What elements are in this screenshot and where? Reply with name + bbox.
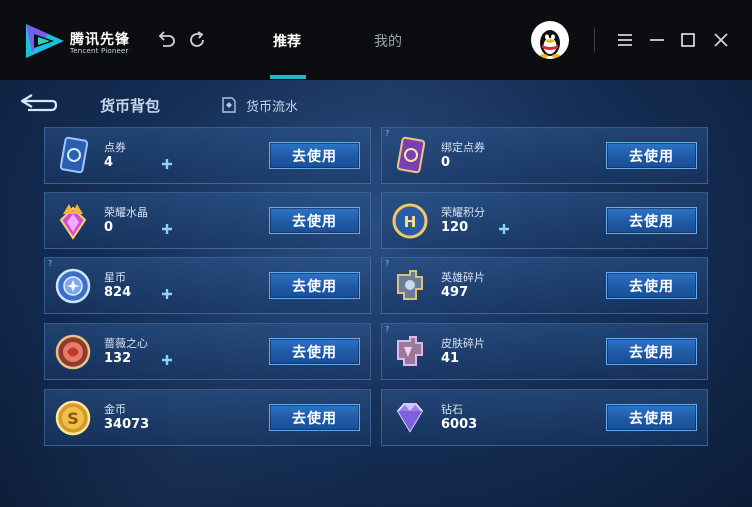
currency-name: 荣耀水晶 [104, 206, 148, 219]
currency-card-glory-points: H 荣耀积分 120 去使用 [381, 192, 708, 249]
currency-name: 蔷薇之心 [104, 337, 148, 350]
currency-value: 120 [441, 220, 469, 235]
currency-name: 星币 [104, 271, 126, 284]
currency-value: 0 [441, 155, 451, 170]
currency-value: 0 [104, 220, 114, 235]
help-icon[interactable]: ? [385, 325, 389, 334]
currency-name: 英雄碎片 [441, 271, 485, 284]
logo-text: 腾讯先锋 [70, 32, 130, 48]
currency-value: 132 [104, 351, 132, 366]
currency-card-voucher: 点券 4 去使用 [44, 127, 371, 184]
bound-voucher-icon [396, 136, 426, 174]
glory-crystal-icon [59, 204, 87, 240]
tab-recommend[interactable]: 推荐 [273, 31, 301, 51]
help-icon[interactable]: ? [385, 259, 389, 268]
page-title: 货币背包 [100, 97, 161, 115]
currency-value: 824 [104, 285, 132, 300]
add-icon[interactable] [496, 221, 512, 237]
logo-icon [26, 24, 64, 58]
currency-name: 皮肤碎片 [441, 337, 485, 350]
voucher-icon [59, 136, 89, 174]
diamond-icon [396, 403, 424, 433]
add-icon[interactable] [159, 156, 175, 172]
currency-value: 34073 [104, 417, 150, 432]
currency-card-diamond: 钻石 6003 去使用 [381, 389, 708, 446]
use-button[interactable]: 去使用 [269, 272, 360, 299]
help-icon[interactable]: ? [48, 259, 52, 268]
svg-text:H: H [404, 213, 417, 231]
skin-fragment-icon [397, 336, 423, 366]
qq-penguin-icon [540, 30, 560, 58]
hero-fragment-icon [397, 270, 423, 300]
refresh-icon[interactable] [186, 29, 208, 51]
use-button[interactable]: 去使用 [606, 338, 697, 365]
active-tab-indicator [270, 75, 306, 79]
use-button[interactable]: 去使用 [606, 207, 697, 234]
currency-card-hero-fragment: ? 英雄碎片 497 去使用 [381, 257, 708, 314]
use-button[interactable]: 去使用 [269, 404, 360, 431]
currency-flow-link[interactable]: 货币流水 [220, 95, 298, 115]
currency-card-rose-heart: 蔷薇之心 132 去使用 [44, 323, 371, 380]
svg-text:S: S [67, 409, 79, 428]
currency-value: 4 [104, 155, 114, 170]
currency-value: 497 [441, 285, 469, 300]
use-button[interactable]: 去使用 [269, 338, 360, 365]
glory-points-icon: H [392, 203, 428, 239]
currency-name: 荣耀积分 [441, 206, 485, 219]
currency-name: 金币 [104, 403, 126, 416]
add-icon[interactable] [159, 352, 175, 368]
use-button[interactable]: 去使用 [269, 207, 360, 234]
currency-card-gold-coin: S 金币 34073 去使用 [44, 389, 371, 446]
currency-value: 6003 [441, 417, 478, 432]
currency-card-skin-fragment: ? 皮肤碎片 41 去使用 [381, 323, 708, 380]
rose-heart-icon [55, 334, 91, 370]
currency-card-glory-crystal: 荣耀水晶 0 去使用 [44, 192, 371, 249]
divider [594, 28, 595, 52]
currency-card-star-coin: ? 星币 824 去使用 [44, 257, 371, 314]
add-icon[interactable] [159, 221, 175, 237]
star-coin-icon [55, 268, 91, 304]
currency-name: 点券 [104, 141, 126, 154]
use-button[interactable]: 去使用 [606, 272, 697, 299]
use-button[interactable]: 去使用 [606, 142, 697, 169]
use-button[interactable]: 去使用 [269, 142, 360, 169]
title-bar: 腾讯先锋 Tencent Pioneer 推荐 我的 [0, 0, 752, 80]
currency-card-bound-voucher: ? 绑定点券 0 去使用 [381, 127, 708, 184]
use-button[interactable]: 去使用 [606, 404, 697, 431]
back-arrow-icon[interactable] [18, 92, 60, 114]
menu-icon[interactable] [614, 29, 636, 51]
currency-value: 41 [441, 351, 460, 366]
logo-subtext: Tencent Pioneer [70, 47, 129, 55]
minimize-icon[interactable] [646, 29, 668, 51]
app-logo[interactable]: 腾讯先锋 Tencent Pioneer [24, 22, 134, 60]
maximize-icon[interactable] [677, 29, 699, 51]
tab-mine[interactable]: 我的 [374, 31, 402, 51]
gold-coin-icon: S [55, 400, 91, 436]
add-icon[interactable] [159, 286, 175, 302]
currency-name: 钻石 [441, 403, 463, 416]
avatar[interactable] [531, 21, 569, 59]
undo-icon[interactable] [155, 29, 177, 51]
ledger-icon [222, 97, 236, 113]
currency-flow-label: 货币流水 [246, 99, 299, 115]
close-icon[interactable] [710, 29, 732, 51]
help-icon[interactable]: ? [385, 129, 389, 138]
currency-name: 绑定点券 [441, 141, 485, 154]
